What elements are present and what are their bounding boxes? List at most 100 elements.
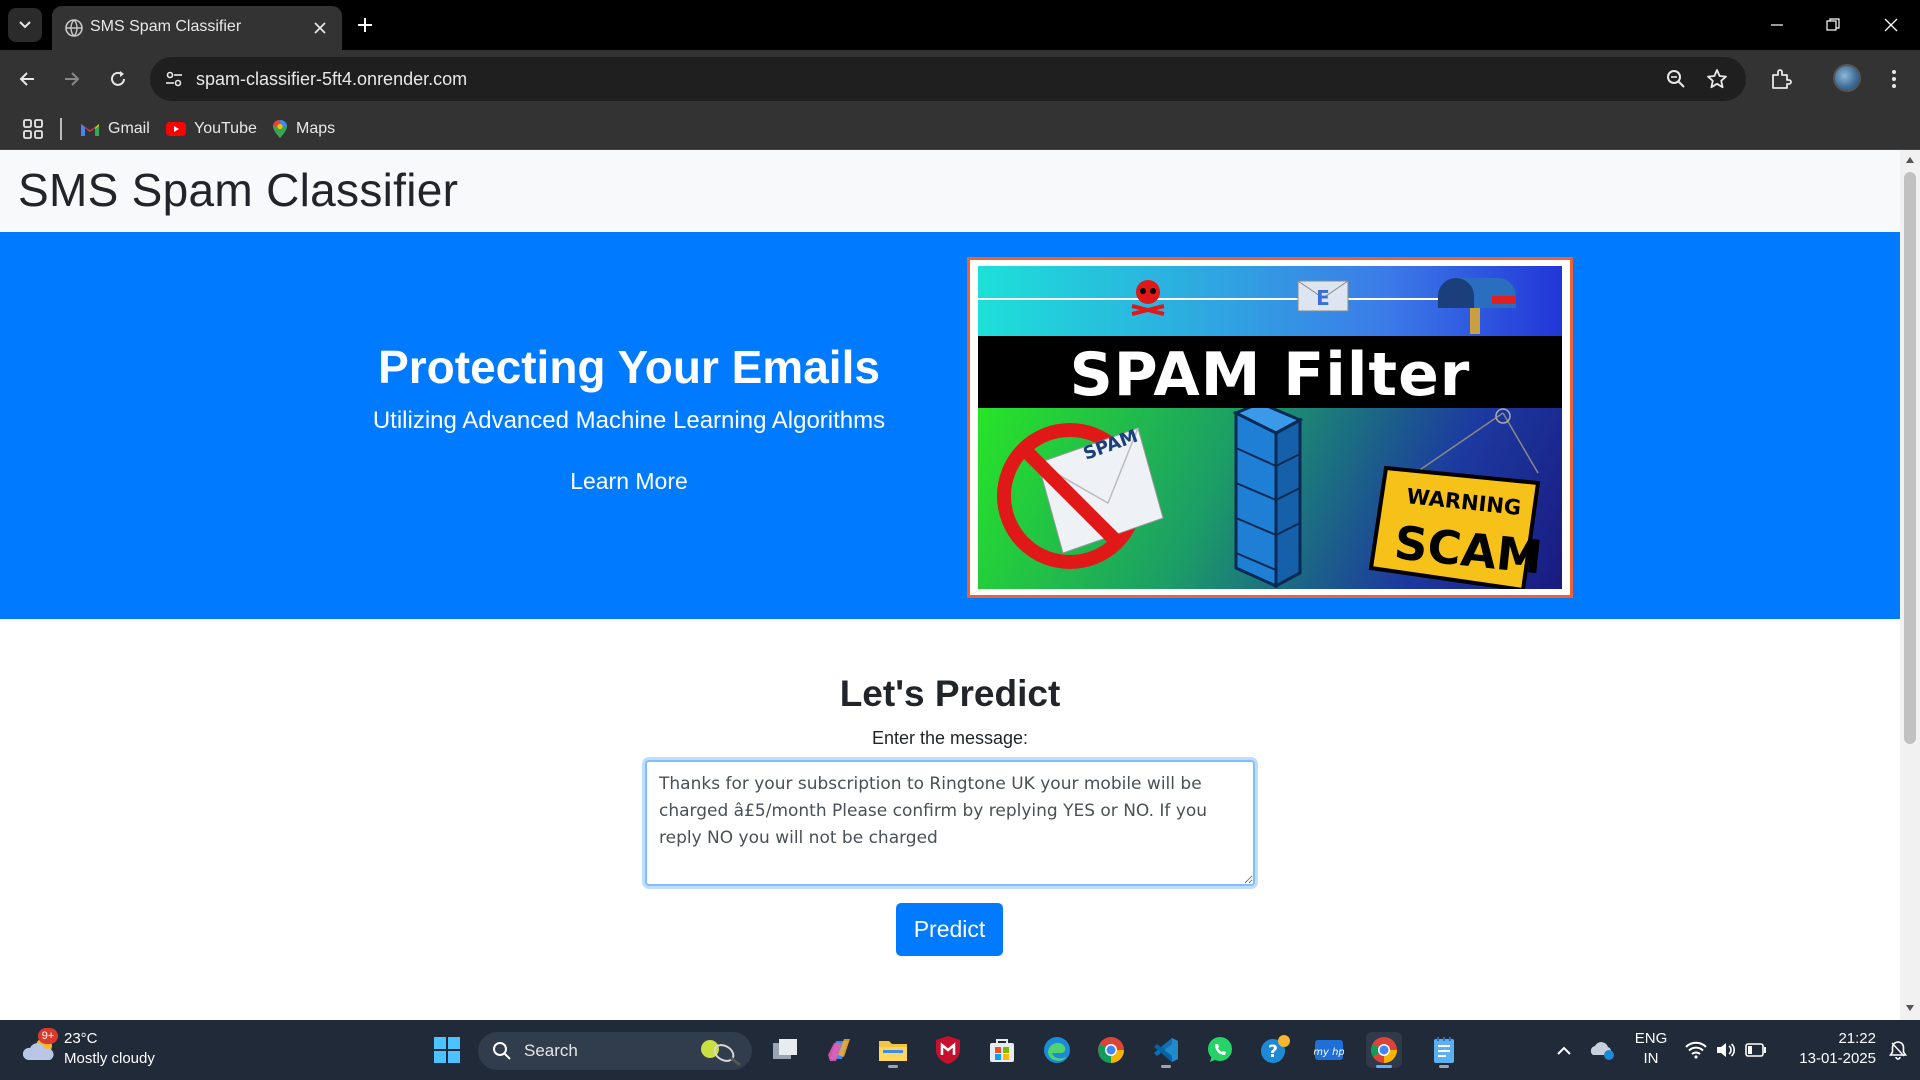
firewall-icon — [1232, 408, 1304, 589]
bookmarks-bar: Gmail YouTube Maps — [0, 108, 1920, 150]
forward-button[interactable] — [57, 64, 87, 94]
bookmark-label: YouTube — [194, 120, 257, 137]
search-icon — [493, 1042, 511, 1060]
taskbar-edge[interactable] — [1039, 1032, 1075, 1068]
svg-text:?: ? — [1268, 1042, 1278, 1062]
minimize-button[interactable] — [1762, 12, 1792, 38]
copilot-icon — [828, 1039, 850, 1061]
scrollbar-thumb[interactable] — [1904, 172, 1916, 744]
bookmark-label: Maps — [296, 120, 336, 137]
taskbar-whatsapp[interactable] — [1202, 1032, 1238, 1068]
taskbar-notepad[interactable] — [1426, 1032, 1462, 1068]
learn-more-link[interactable]: Learn More — [570, 468, 688, 495]
myhp-icon: my hp — [1314, 1040, 1344, 1060]
address-bar[interactable]: spam-classifier-5ft4.onrender.com — [150, 57, 1746, 101]
tray-onedrive[interactable] — [1584, 1032, 1620, 1068]
back-button[interactable] — [12, 64, 42, 94]
chrome-icon — [1371, 1037, 1397, 1063]
chrome-icon — [1098, 1037, 1124, 1064]
taskbar-search[interactable]: Search — [478, 1032, 752, 1070]
clock-date[interactable]: 13-01-2025 — [1780, 1050, 1876, 1067]
whatsapp-icon — [1208, 1037, 1232, 1062]
site-navbar: SMS Spam Classifier — [0, 150, 1900, 232]
taskbar-myhp[interactable]: my hp — [1311, 1032, 1347, 1068]
new-tab-button[interactable] — [352, 12, 378, 38]
scroll-up-button[interactable] — [1904, 154, 1916, 166]
message-label: Enter the message: — [871, 728, 1029, 748]
maps-icon — [273, 120, 287, 138]
browser-toolbar: spam-classifier-5ft4.onrender.com — [0, 50, 1920, 108]
taskbar-file-explorer[interactable] — [875, 1032, 911, 1068]
bookmark-maps[interactable]: Maps — [272, 116, 335, 142]
tray-battery[interactable] — [1738, 1032, 1774, 1068]
zoom-icon — [1667, 70, 1685, 88]
site-title[interactable]: SMS Spam Classifier — [18, 163, 458, 217]
edge-icon — [1044, 1037, 1070, 1063]
taskbar-vscode[interactable] — [1148, 1032, 1184, 1068]
active-indicator — [1376, 1065, 1392, 1068]
mcafee-shield-icon — [936, 1036, 960, 1064]
spam-blocked-illustration: SPAM WARNING SCAM — [997, 408, 1545, 589]
close-tab-button[interactable] — [308, 16, 332, 40]
bookmark-star-button[interactable] — [1705, 67, 1729, 91]
spam-filter-banner: E SPAM Filter SPAM WARNING SCAM — [967, 257, 1573, 598]
close-window-button[interactable] — [1876, 12, 1906, 38]
notification-bell-button[interactable] — [1880, 1032, 1916, 1068]
page-scrollbar[interactable] — [1900, 150, 1920, 1020]
triangle-up-icon — [1906, 157, 1914, 163]
clock-time[interactable]: 21:22 — [1780, 1030, 1876, 1047]
youtube-icon — [166, 122, 186, 136]
globe-icon — [65, 19, 83, 37]
taskbar-mcafee[interactable] — [930, 1032, 966, 1068]
scroll-down-button[interactable] — [1904, 1002, 1916, 1014]
profile-avatar[interactable] — [1833, 64, 1861, 92]
mailbox-icon — [1438, 278, 1516, 334]
browser-tab[interactable]: SMS Spam Classifier — [52, 6, 342, 50]
bookmark-gmail[interactable]: Gmail — [80, 116, 150, 142]
start-button[interactable] — [429, 1032, 465, 1068]
browser-menu-button[interactable] — [1879, 64, 1909, 94]
taskbar-store[interactable] — [984, 1032, 1020, 1068]
region-indicator[interactable]: IN — [1626, 1050, 1676, 1067]
bookmark-separator — [60, 118, 62, 140]
tab-search-button[interactable] — [8, 8, 42, 42]
email-envelope-icon: E — [1297, 280, 1349, 312]
browser-tab-bar: SMS Spam Classifier — [0, 0, 1920, 50]
chevron-up-icon — [1557, 1046, 1571, 1055]
wifi-icon — [1685, 1041, 1707, 1059]
taskbar-get-help[interactable]: ? — [1257, 1032, 1293, 1068]
extensions-button[interactable] — [1766, 64, 1796, 94]
gmail-icon — [81, 124, 99, 136]
windows-taskbar: 9+ 23°C Mostly cloudy Search ? my hp ENG… — [0, 1020, 1920, 1080]
restore-button[interactable] — [1818, 12, 1848, 38]
show-hidden-icons-button[interactable] — [1546, 1032, 1582, 1068]
bookmark-youtube[interactable]: YouTube — [166, 116, 257, 142]
triangle-down-icon — [1906, 1005, 1914, 1011]
taskbar-copilot[interactable] — [821, 1032, 857, 1068]
predict-heading: Let's Predict — [839, 673, 1061, 714]
arrow-left-icon — [19, 72, 34, 86]
more-vertical-icon — [1892, 70, 1896, 88]
plus-icon — [358, 18, 372, 32]
taskbar-task-view[interactable] — [767, 1032, 803, 1068]
web-page: SMS Spam Classifier Protecting Your Emai… — [0, 150, 1900, 1020]
envelope-letter: E — [1316, 286, 1330, 310]
site-settings-icon[interactable] — [164, 69, 184, 89]
zoom-button[interactable] — [1664, 67, 1688, 91]
running-indicator — [1161, 1065, 1171, 1068]
apps-grid-icon[interactable] — [22, 118, 44, 140]
url-text[interactable]: spam-classifier-5ft4.onrender.com — [196, 69, 467, 90]
reload-button[interactable] — [103, 64, 133, 94]
folder-icon — [879, 1041, 907, 1061]
close-icon — [314, 22, 326, 34]
message-input[interactable]: Thanks for your subscription to Ringtone… — [645, 760, 1255, 886]
predict-button[interactable]: Predict — [896, 903, 1003, 956]
taskbar-chrome[interactable] — [1093, 1032, 1129, 1068]
store-icon — [990, 1039, 1014, 1062]
notepad-icon — [1434, 1037, 1454, 1063]
bell-icon — [1889, 1041, 1907, 1060]
language-indicator[interactable]: ENG — [1626, 1030, 1676, 1047]
chevron-down-icon — [19, 21, 31, 29]
taskbar-chrome-active[interactable] — [1366, 1032, 1402, 1068]
star-icon — [1707, 69, 1727, 89]
